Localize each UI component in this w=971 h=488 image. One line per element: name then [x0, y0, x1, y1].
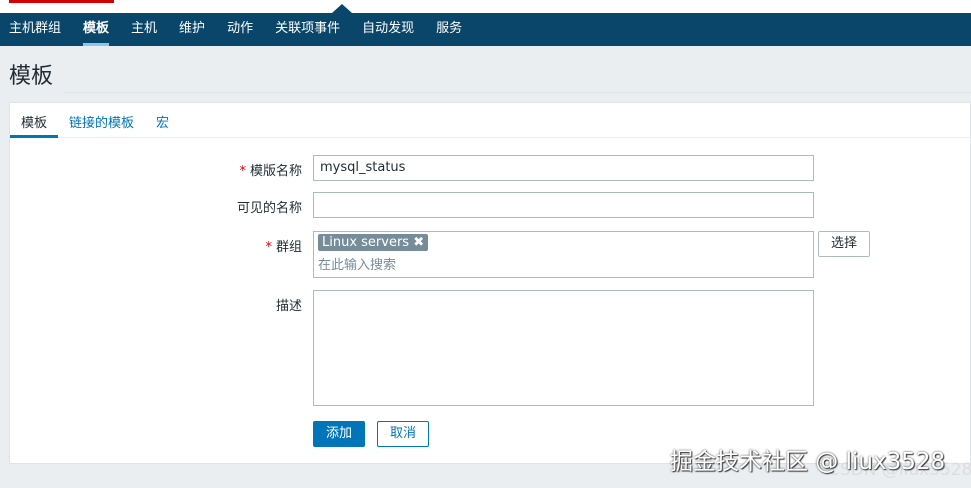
tab-macros[interactable]: 宏: [145, 103, 180, 137]
nav-hosts[interactable]: 主机: [131, 13, 157, 46]
watermark: 掘金技术社区 @ liux3528: [670, 449, 946, 475]
nav-event-correlation[interactable]: 关联项事件: [275, 13, 340, 46]
cancel-button[interactable]: 取消: [377, 421, 430, 447]
nav-actions[interactable]: 动作: [227, 13, 253, 46]
menu-caret: [332, 4, 352, 13]
description-textarea[interactable]: [313, 290, 814, 406]
form-panel: 模板 链接的模板 宏 * 模版名称 mysql_status 可见的名称 * 群组 …: [9, 102, 971, 464]
visible-name-input[interactable]: [313, 192, 814, 218]
select-button[interactable]: 选择: [818, 231, 871, 257]
nav-maintenance[interactable]: 维护: [179, 13, 205, 46]
tab-bar: 模板 链接的模板 宏: [10, 103, 970, 138]
divider: [64, 92, 971, 93]
groups-search-input[interactable]: 在此输入搜索: [318, 254, 809, 273]
template-name-input[interactable]: mysql_status: [313, 155, 814, 181]
name-label: * 模版名称: [239, 164, 302, 179]
tab-template[interactable]: 模板: [10, 103, 59, 138]
nav-host-groups[interactable]: 主机群组: [9, 13, 61, 46]
logo-bar: [9, 0, 114, 3]
nav-templates[interactable]: 模板: [83, 13, 110, 46]
nav-services[interactable]: 服务: [436, 13, 462, 46]
page-title: 模板: [9, 64, 54, 89]
groups-multiselect[interactable]: Linux servers ✖ 在此输入搜索: [313, 231, 814, 278]
description-label: 描述: [275, 299, 302, 314]
tab-linked-templates[interactable]: 链接的模板: [58, 103, 145, 137]
top-bar: [0, 0, 971, 13]
group-tag: Linux servers ✖: [318, 234, 429, 251]
visible-name-label: 可见的名称: [236, 201, 302, 216]
add-button[interactable]: 添加: [313, 421, 366, 447]
main-nav: 主机群组 模板 主机 维护 动作 关联项事件 自动发现 服务: [0, 13, 971, 46]
groups-label: * 群组: [265, 240, 302, 255]
nav-discovery[interactable]: 自动发现: [362, 13, 414, 46]
remove-icon[interactable]: ✖: [413, 235, 424, 250]
